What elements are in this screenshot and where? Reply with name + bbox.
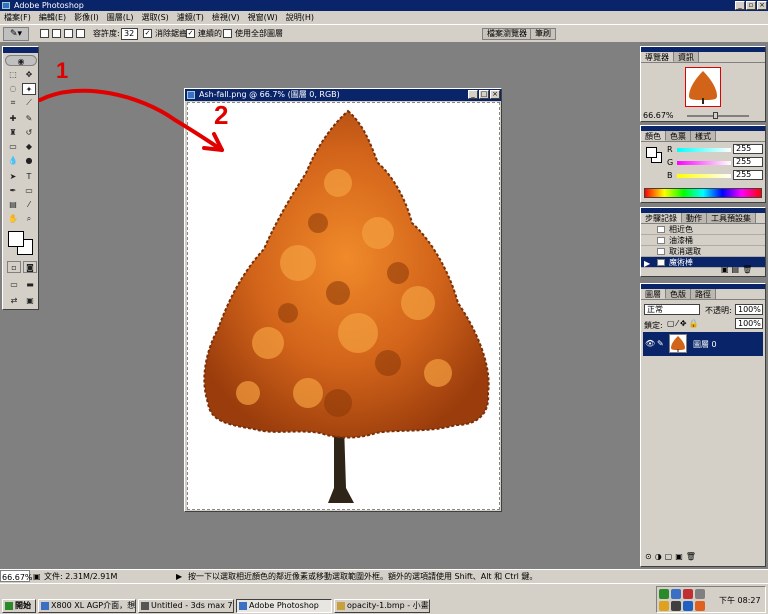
color-g-slider[interactable] <box>677 161 731 165</box>
history-step-icon <box>657 259 665 266</box>
3dsmax-icon <box>141 602 149 610</box>
history-panel: 步驟記錄 動作 工具預設集 相近色 油漆桶 取消選取 ▶ 魔術棒 ▣▤🗑 <box>640 207 766 277</box>
start-label: 開始 <box>15 601 31 610</box>
history-item-label: 魔術棒 <box>669 258 693 267</box>
color-ramp[interactable] <box>644 188 762 198</box>
history-step-icon <box>657 248 665 255</box>
layers-footer-buttons[interactable]: ⊙◑▢▣🗑 <box>645 552 699 561</box>
color-panel: 顏色 色票 樣式 R 255 G 255 B 255 <box>640 125 766 203</box>
tab-styles[interactable]: 樣式 <box>691 131 716 141</box>
annotation-arrow <box>38 88 224 152</box>
color-fg-swatch[interactable] <box>646 147 657 158</box>
task-label: Untitled - 3ds max 7 - Sta... <box>151 601 233 610</box>
status-arrow-icon[interactable]: ▶ <box>176 570 182 583</box>
paint-icon <box>337 602 345 610</box>
navigator-zoom[interactable]: 66.67% <box>643 111 674 120</box>
brush-link-icon[interactable]: ✎ <box>657 339 664 348</box>
tab-channels[interactable]: 色版 <box>666 289 691 299</box>
navigator-slider-handle[interactable] <box>713 112 718 119</box>
history-item[interactable]: 油漆桶 <box>641 235 765 246</box>
color-r-label: R <box>667 145 673 154</box>
fill-input[interactable]: 100% <box>735 318 763 329</box>
layer-thumbnail <box>669 334 687 353</box>
history-state-marker-icon: ▶ <box>644 259 651 268</box>
tab-color[interactable]: 顏色 <box>641 131 666 141</box>
annotation-number-2: 2 <box>214 100 228 130</box>
history-item-label: 取消選取 <box>669 247 701 256</box>
layer-row[interactable]: 👁 ✎ 圖層 0 <box>643 332 763 356</box>
tab-swatches[interactable]: 色票 <box>666 131 691 141</box>
tab-history[interactable]: 步驟記錄 <box>641 213 682 223</box>
tray-icon[interactable] <box>683 601 693 611</box>
tray-icon[interactable] <box>659 589 669 599</box>
start-button[interactable]: 開始 <box>2 599 36 613</box>
tray-icon[interactable] <box>671 589 681 599</box>
task-x800[interactable]: X800 XL AGP介面，想... <box>38 599 136 613</box>
tray-icon[interactable] <box>683 589 693 599</box>
status-doc-icon: ▣ <box>33 572 41 581</box>
tab-paths[interactable]: 路徑 <box>691 289 716 299</box>
history-item-label: 相近色 <box>669 225 693 234</box>
browser-icon <box>41 602 49 610</box>
status-doc-size: 文件: 2.31M/2.91M <box>44 572 118 581</box>
lock-icons[interactable]: ▢⁄✥🔒 <box>667 319 701 328</box>
task-label: Adobe Photoshop <box>249 601 319 610</box>
clock[interactable]: 下午 08:27 <box>719 595 761 606</box>
task-label: X800 XL AGP介面，想... <box>51 601 136 610</box>
task-label: opacity-1.bmp - 小畫家 <box>347 601 430 610</box>
tray-icon[interactable] <box>695 601 705 611</box>
color-r-slider[interactable] <box>677 148 731 152</box>
photoshop-task-icon <box>239 602 247 610</box>
color-b-slider[interactable] <box>677 174 731 178</box>
task-photoshop[interactable]: Adobe Photoshop <box>236 599 332 613</box>
eye-icon[interactable]: 👁 <box>645 339 655 348</box>
navigator-zoom-slider[interactable] <box>687 115 749 117</box>
system-tray: 下午 08:27 <box>656 586 766 613</box>
task-paint[interactable]: opacity-1.bmp - 小畫家 <box>334 599 430 613</box>
color-g-label: G <box>667 158 674 167</box>
history-footer-buttons[interactable]: ▣▤🗑 <box>721 265 755 274</box>
color-r-input[interactable]: 255 <box>733 144 763 154</box>
opacity-label: 不透明: <box>705 306 732 315</box>
history-step-icon <box>657 237 665 244</box>
taskbar: 開始 X800 XL AGP介面，想... Untitled - 3ds max… <box>0 583 768 614</box>
blend-mode-select[interactable]: 正常 <box>644 304 700 315</box>
history-step-icon <box>657 226 665 233</box>
tray-icon[interactable] <box>659 601 669 611</box>
tab-actions[interactable]: 動作 <box>682 213 707 223</box>
navigator-panel: 導覽器 資訊 66.67% <box>640 46 766 122</box>
task-3dsmax[interactable]: Untitled - 3ds max 7 - Sta... <box>138 599 234 613</box>
tray-icon[interactable] <box>671 601 681 611</box>
status-hint: 按一下以選取相近顏色的鄰近像素或移動選取範圍外框。額外的選項請使用 Shift、… <box>188 572 538 581</box>
annotation-number-1: 1 <box>56 58 68 83</box>
color-b-label: B <box>667 171 673 180</box>
lock-label: 鎖定: <box>644 321 663 330</box>
status-bar: 66.67% ▣ 文件: 2.31M/2.91M ▶ 按一下以選取相近顏色的鄰近… <box>0 569 768 583</box>
history-item[interactable]: 取消選取 <box>641 246 765 257</box>
color-g-input[interactable]: 255 <box>733 157 763 167</box>
tab-tool-presets[interactable]: 工具預設集 <box>707 213 756 223</box>
layer-name[interactable]: 圖層 0 <box>693 339 717 350</box>
tab-layers[interactable]: 圖層 <box>641 289 666 299</box>
tab-navigator[interactable]: 導覽器 <box>641 52 674 62</box>
layers-panel: 圖層 色版 路徑 正常 不透明: 100% 鎖定: ▢⁄✥🔒 100% 👁 ✎ … <box>640 283 766 567</box>
foreground-color-swatch[interactable] <box>8 231 24 247</box>
status-zoom[interactable]: 66.67% <box>0 570 33 582</box>
color-b-input[interactable]: 255 <box>733 170 763 180</box>
history-item[interactable]: 相近色 <box>641 224 765 235</box>
tray-icon[interactable] <box>695 589 705 599</box>
navigator-thumbnail[interactable] <box>685 67 721 107</box>
tab-info[interactable]: 資訊 <box>674 52 699 62</box>
history-item-label: 油漆桶 <box>669 236 693 245</box>
windows-logo-icon <box>5 602 13 610</box>
opacity-input[interactable]: 100% <box>735 304 763 315</box>
navigator-tree-thumb <box>689 71 717 104</box>
